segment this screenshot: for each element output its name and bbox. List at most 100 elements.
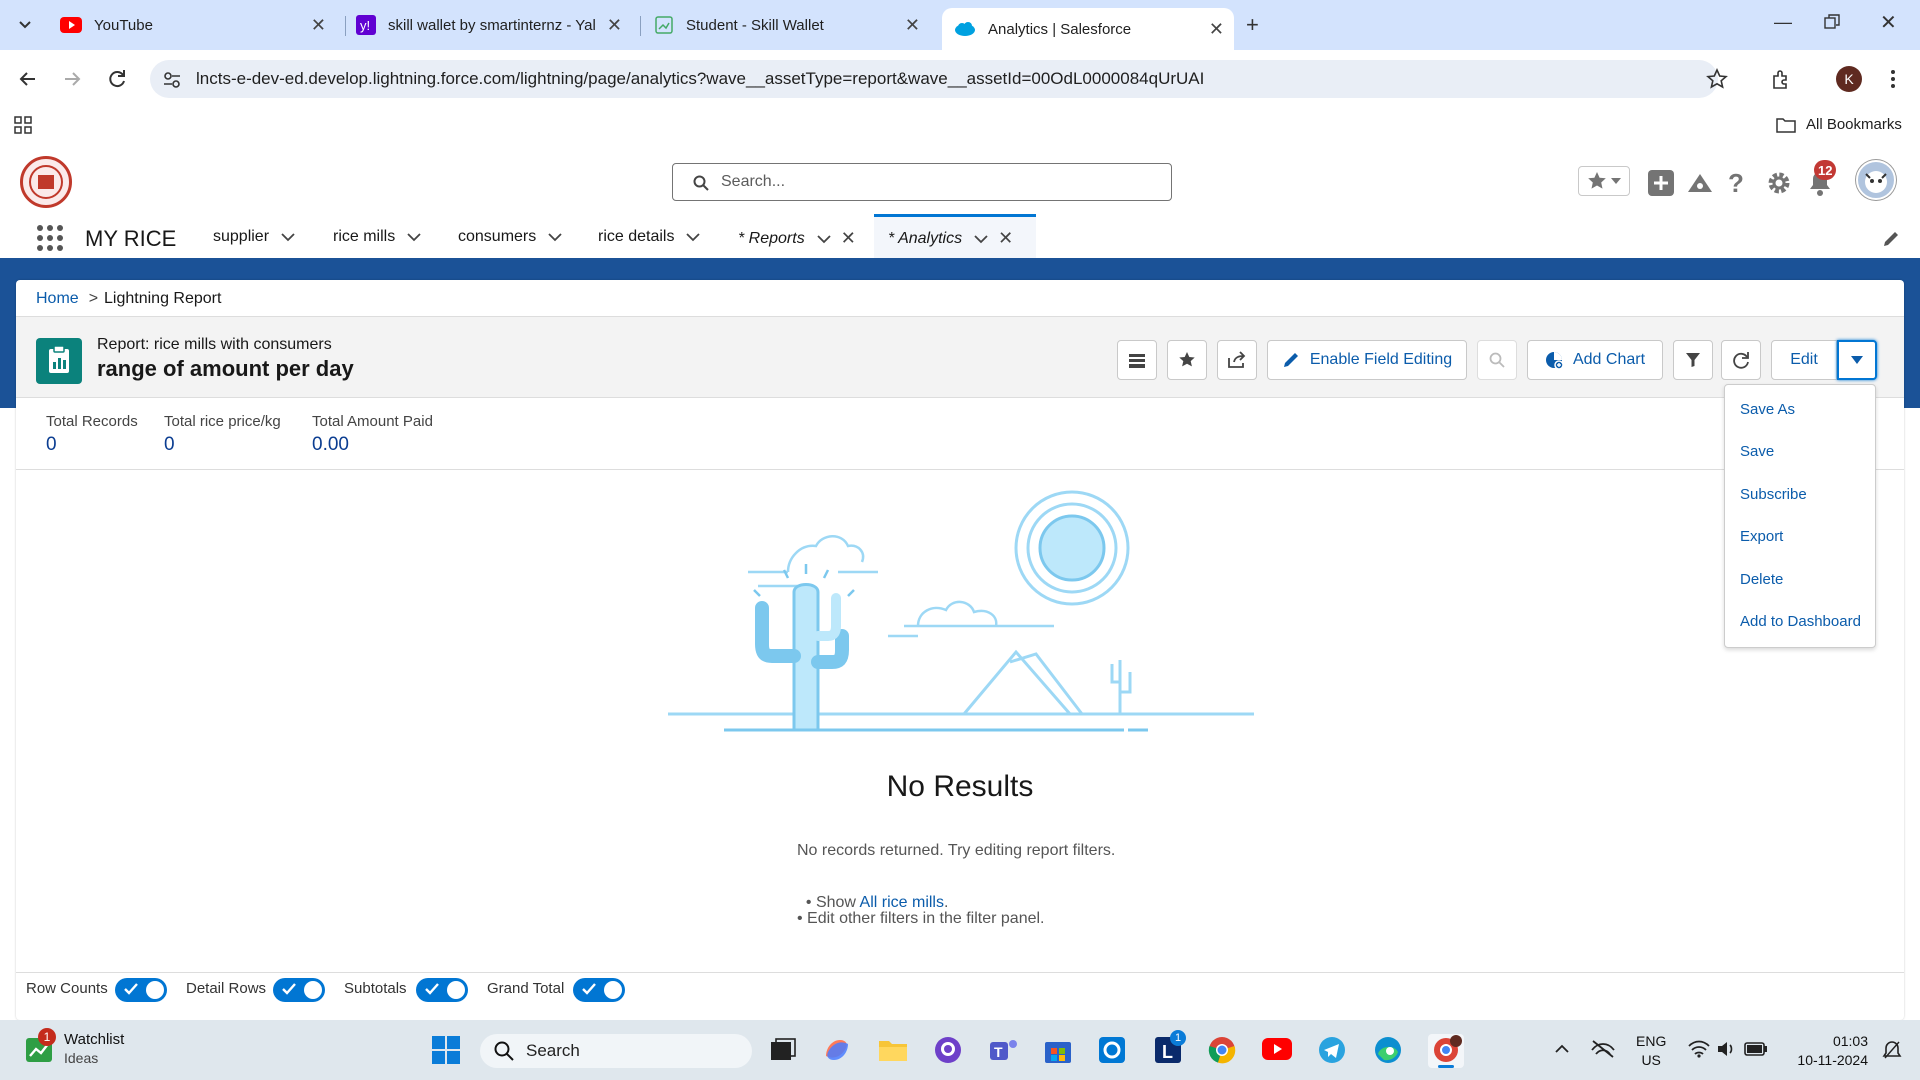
close-icon[interactable]: ✕: [607, 15, 622, 36]
nav-item-analytics[interactable]: * Analytics ✕: [888, 228, 1013, 249]
share-button[interactable]: [1217, 340, 1257, 380]
favorites-button[interactable]: [1578, 166, 1630, 196]
youtube-app-icon[interactable]: [1262, 1038, 1292, 1060]
tab-title: Student - Skill Wallet: [686, 16, 824, 34]
telegram-icon[interactable]: [1318, 1036, 1346, 1064]
close-icon[interactable]: ✕: [311, 15, 326, 36]
chrome-icon[interactable]: [1208, 1036, 1236, 1064]
org-logo[interactable]: [20, 156, 72, 208]
minimize-button[interactable]: —: [1774, 12, 1792, 33]
app-blue-ring-icon[interactable]: [1098, 1036, 1126, 1064]
forward-arrow-icon[interactable]: [62, 68, 84, 90]
browser-tab-skillwallet[interactable]: Student - Skill Wallet ✕: [648, 8, 930, 42]
trailhead-icon[interactable]: [1686, 170, 1714, 196]
app-L-badge: 1: [1170, 1030, 1186, 1046]
menu-item-delete[interactable]: Delete: [1740, 571, 1783, 588]
edge-icon[interactable]: [1374, 1036, 1402, 1064]
edit-nav-pencil-icon[interactable]: [1882, 230, 1900, 248]
back-arrow-icon[interactable]: [16, 68, 38, 90]
grand-total-toggle[interactable]: [573, 978, 625, 1002]
chevron-down-icon[interactable]: [548, 232, 562, 242]
menu-item-export[interactable]: Export: [1740, 528, 1783, 545]
edit-button[interactable]: Edit: [1771, 340, 1837, 380]
bookmark-star-icon[interactable]: [1706, 68, 1728, 90]
more-actions-dropdown-button[interactable]: [1837, 340, 1877, 380]
site-settings-icon[interactable]: [162, 70, 182, 90]
wifi-icon[interactable]: [1688, 1040, 1710, 1058]
close-icon[interactable]: ✕: [841, 228, 856, 249]
language-indicator[interactable]: ENG US: [1636, 1032, 1666, 1070]
tab-title: skill wallet by smartinternz - Yal: [388, 16, 596, 34]
reload-icon[interactable]: [106, 68, 128, 90]
filter-button[interactable]: [1673, 340, 1713, 380]
show-chart-button[interactable]: [1117, 340, 1157, 380]
subtotals-toggle[interactable]: [416, 978, 468, 1002]
refresh-button[interactable]: [1721, 340, 1761, 380]
close-icon[interactable]: ✕: [1209, 19, 1224, 40]
browser-tab-skillwallet-yahoo[interactable]: y! skill wallet by smartinternz - Yal ✕: [352, 8, 632, 42]
store-icon[interactable]: [1044, 1036, 1072, 1064]
share-icon: [1228, 351, 1246, 368]
extensions-icon[interactable]: [1770, 68, 1792, 90]
new-tab-button[interactable]: +: [1246, 12, 1259, 38]
close-icon[interactable]: ✕: [998, 228, 1013, 249]
apps-grid-icon[interactable]: [14, 116, 32, 134]
close-icon[interactable]: ✕: [905, 15, 920, 36]
nav-label: * Reports: [738, 229, 805, 247]
chevron-down-icon[interactable]: [974, 234, 988, 244]
global-actions-icon[interactable]: [1648, 170, 1674, 196]
restore-button[interactable]: [1824, 14, 1840, 30]
menu-item-add-to-dashboard[interactable]: Add to Dashboard: [1740, 613, 1861, 630]
menu-item-save[interactable]: Save: [1740, 443, 1774, 460]
battery-icon[interactable]: [1744, 1042, 1768, 1056]
tab-search-chevron-icon[interactable]: [14, 14, 36, 36]
breadcrumb-home-link[interactable]: Home: [36, 290, 79, 308]
taskbar-search[interactable]: Search: [480, 1034, 752, 1068]
window-close-button[interactable]: ✕: [1880, 10, 1897, 35]
search-report-button[interactable]: [1477, 340, 1517, 380]
chevron-down-icon[interactable]: [817, 234, 831, 244]
add-chart-button[interactable]: Add Chart: [1527, 340, 1663, 380]
menu-item-subscribe[interactable]: Subscribe: [1740, 486, 1807, 503]
windows-start-icon[interactable]: [432, 1036, 460, 1064]
kpi-value-total-records: 0: [46, 434, 57, 455]
follow-button[interactable]: [1167, 340, 1207, 380]
nav-item-consumers[interactable]: consumers: [458, 228, 562, 246]
setup-gear-icon[interactable]: [1766, 170, 1792, 196]
chevron-down-icon[interactable]: [686, 232, 701, 242]
notifications-icon[interactable]: [1882, 1040, 1902, 1060]
chrome-active-icon[interactable]: [1428, 1034, 1464, 1068]
nav-item-supplier[interactable]: supplier: [213, 228, 295, 246]
volume-icon[interactable]: [1716, 1040, 1736, 1058]
kebab-menu-icon[interactable]: [1890, 68, 1896, 90]
empty-state-message: No records returned. Try editing report …: [797, 842, 1116, 859]
nav-item-rice-mills[interactable]: rice mills: [333, 228, 421, 246]
help-icon[interactable]: ?: [1728, 168, 1744, 199]
clock[interactable]: 01:03 10-11-2024: [1782, 1032, 1868, 1070]
chevron-down-icon[interactable]: [407, 232, 421, 242]
github-icon[interactable]: [934, 1036, 962, 1064]
profile-avatar[interactable]: K: [1836, 66, 1862, 92]
file-explorer-icon[interactable]: [878, 1038, 908, 1062]
user-avatar[interactable]: [1856, 160, 1896, 200]
teams-icon[interactable]: T: [988, 1036, 1020, 1064]
browser-tab-analytics[interactable]: Analytics | Salesforce ✕: [942, 8, 1234, 50]
menu-item-save-as[interactable]: Save As: [1740, 401, 1795, 418]
row-counts-toggle[interactable]: [115, 978, 167, 1002]
all-rice-mills-link[interactable]: All rice mills: [860, 894, 944, 911]
nav-item-reports[interactable]: * Reports ✕: [738, 228, 856, 249]
network-offline-icon[interactable]: [1590, 1038, 1616, 1060]
browser-tab-youtube[interactable]: YouTube ✕: [50, 8, 336, 42]
chevron-down-icon[interactable]: [281, 232, 295, 242]
enable-field-editing-button[interactable]: Enable Field Editing: [1267, 340, 1467, 380]
detail-rows-toggle[interactable]: [273, 978, 325, 1002]
more-actions-menu: Save As Save Subscribe Export Delete Add…: [1724, 384, 1876, 648]
global-search-input[interactable]: Search...: [672, 163, 1172, 201]
copilot-icon[interactable]: [822, 1036, 852, 1064]
all-bookmarks[interactable]: All Bookmarks: [1776, 116, 1902, 133]
taskview-icon[interactable]: [770, 1038, 796, 1062]
app-launcher-icon[interactable]: [36, 224, 64, 252]
tray-chevron-up-icon[interactable]: [1554, 1042, 1570, 1054]
nav-item-rice-details[interactable]: rice details: [598, 228, 701, 246]
tab-title: Analytics | Salesforce: [988, 20, 1132, 38]
